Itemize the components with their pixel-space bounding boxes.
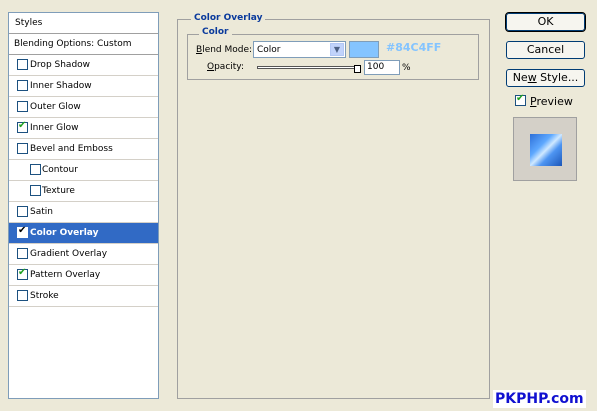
style-item-pattern-overlay[interactable]: ✔ Pattern Overlay (9, 265, 158, 286)
checkbox-icon[interactable] (17, 143, 28, 154)
color-subgroup-title: Color (199, 26, 232, 39)
blend-mode-select[interactable]: Color ▼ (253, 41, 346, 58)
opacity-slider-track[interactable] (257, 66, 357, 69)
checkbox-icon[interactable] (30, 164, 41, 175)
style-item-label: Texture (42, 186, 75, 196)
style-item-label: Bevel and Emboss (30, 144, 113, 154)
style-item-label: Gradient Overlay (30, 249, 108, 259)
checkbox-icon[interactable]: ✔ (17, 120, 28, 133)
checkbox-icon[interactable]: ✔ (17, 225, 28, 238)
style-items-list: Drop Shadow Inner Shadow Outer Glow ✔ Inner … (9, 55, 158, 307)
style-item-label: Satin (30, 207, 53, 217)
style-item-label: Outer Glow (30, 102, 81, 112)
style-item-label: Inner Shadow (30, 81, 92, 91)
checkmark-icon: ✔ (18, 225, 27, 236)
checkbox-icon[interactable] (17, 206, 28, 217)
styles-list-panel: Styles Blending Options: Custom Drop Sha… (8, 12, 159, 399)
checkbox-icon[interactable] (17, 101, 28, 112)
blend-mode-label-rest: lend Mode: (202, 45, 253, 55)
style-item-inner-glow[interactable]: ✔ Inner Glow (9, 118, 158, 139)
style-item-inner-shadow[interactable]: Inner Shadow (9, 76, 158, 97)
checkbox-icon[interactable] (17, 290, 28, 301)
preview-label: Preview (530, 95, 573, 108)
style-item-outer-glow[interactable]: Outer Glow (9, 97, 158, 118)
checkbox-icon[interactable] (30, 185, 41, 196)
style-item-texture[interactable]: Texture (9, 181, 158, 202)
opacity-input[interactable]: 100 (364, 60, 400, 75)
checkbox-icon[interactable]: ✔ (515, 93, 526, 106)
watermark-logo: PKPHP.com (493, 390, 586, 408)
style-item-gradient-overlay[interactable]: Gradient Overlay (9, 244, 158, 265)
chevron-down-icon[interactable]: ▼ (330, 43, 344, 56)
preview-label-text: Preview (530, 95, 573, 108)
blend-mode-label: Blend Mode: (196, 45, 253, 55)
blending-options-item[interactable]: Blending Options: Custom (9, 34, 158, 55)
checkmark-icon: ✔ (18, 267, 27, 278)
color-swatch[interactable] (349, 41, 379, 58)
cancel-button[interactable]: Cancel (506, 41, 585, 59)
checkbox-icon[interactable] (17, 59, 28, 70)
checkmark-icon: ✔ (18, 120, 27, 131)
color-overlay-title: Color Overlay (191, 12, 266, 25)
style-item-label: Inner Glow (30, 123, 79, 133)
new-style-button[interactable]: New Style... (506, 69, 585, 87)
opacity-slider[interactable] (257, 64, 361, 74)
preview-thumbnail (513, 117, 577, 181)
opacity-label-rest: pacity: (214, 62, 245, 72)
blend-mode-value: Color (257, 45, 281, 55)
style-item-label: Color Overlay (30, 228, 99, 238)
styles-header[interactable]: Styles (9, 13, 158, 34)
opacity-label: Opacity: (207, 62, 245, 72)
preview-swatch-image (530, 134, 562, 166)
style-item-label: Pattern Overlay (30, 270, 101, 280)
new-style-label: New Style... (512, 71, 579, 84)
style-item-color-overlay[interactable]: ✔ Color Overlay (9, 223, 158, 244)
checkbox-icon[interactable] (17, 248, 28, 259)
style-item-satin[interactable]: Satin (9, 202, 158, 223)
checkbox-icon[interactable] (17, 80, 28, 91)
checkmark-icon: ✔ (516, 93, 525, 104)
style-item-contour[interactable]: Contour (9, 160, 158, 181)
style-item-drop-shadow[interactable]: Drop Shadow (9, 55, 158, 76)
style-item-label: Drop Shadow (30, 60, 91, 70)
ok-button[interactable]: OK (505, 12, 586, 32)
style-item-label: Stroke (30, 291, 59, 301)
checkbox-icon[interactable]: ✔ (17, 267, 28, 280)
opacity-slider-thumb[interactable] (354, 65, 361, 73)
opacity-unit: % (402, 63, 411, 73)
style-item-label: Contour (42, 165, 78, 175)
style-item-bevel-and-emboss[interactable]: Bevel and Emboss (9, 139, 158, 160)
color-hex-label: #84C4FF (386, 41, 442, 54)
style-item-stroke[interactable]: Stroke (9, 286, 158, 307)
